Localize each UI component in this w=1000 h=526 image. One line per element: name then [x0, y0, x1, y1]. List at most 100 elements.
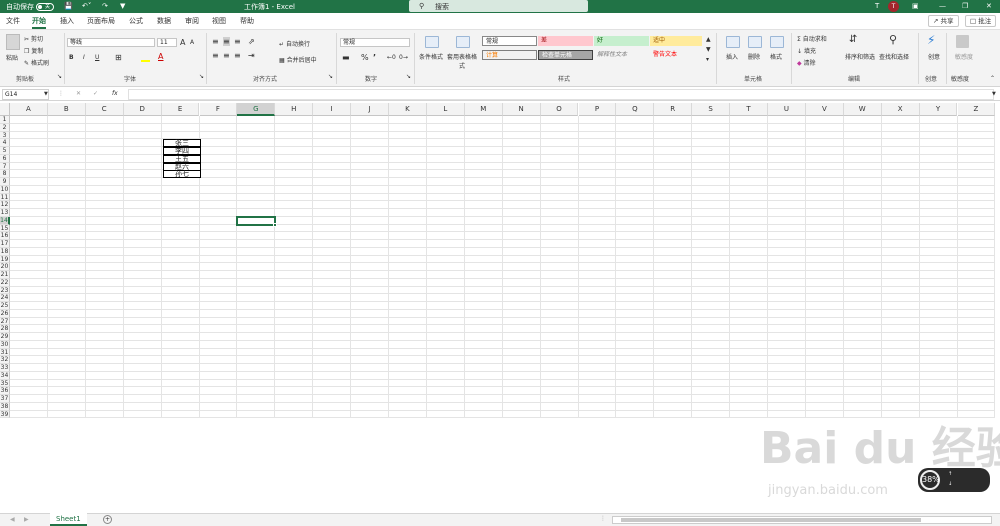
autosum-button[interactable]: Σ 自动求和 [797, 34, 827, 43]
fill-color-icon[interactable] [141, 54, 150, 62]
column-header-n[interactable]: N [502, 103, 541, 116]
column-header-e[interactable]: E [161, 103, 200, 116]
tab-formulas[interactable]: 公式 [129, 16, 143, 26]
row-header-17[interactable]: 17 [0, 240, 10, 248]
column-header-m[interactable]: M [464, 103, 503, 116]
row-header-1[interactable]: 1 [0, 116, 10, 124]
tab-home[interactable]: 开始 [32, 16, 46, 29]
paste-icon[interactable] [6, 34, 20, 50]
tab-view[interactable]: 视图 [212, 16, 226, 26]
row-header-11[interactable]: 11 [0, 193, 10, 202]
format-painter-button[interactable]: ✎ 格式刷 [24, 58, 49, 67]
row-header-33[interactable]: 33 [0, 364, 10, 372]
column-header-c[interactable]: C [85, 103, 124, 116]
name-box[interactable]: G14 [2, 89, 49, 100]
row-header-9[interactable]: 9 [0, 178, 10, 186]
row-header-10[interactable]: 10 [0, 185, 10, 194]
next-sheet-icon[interactable]: ▶ [24, 516, 29, 523]
dialog-launcher-icon[interactable]: ↘ [57, 73, 62, 80]
column-header-o[interactable]: O [540, 103, 579, 116]
row-header-18[interactable]: 18 [0, 247, 10, 256]
style-bad[interactable]: 差 [538, 36, 593, 46]
row-header-3[interactable]: 3 [0, 131, 10, 140]
row-header-25[interactable]: 25 [0, 302, 10, 310]
add-sheet-button[interactable]: + [103, 515, 112, 524]
insert-cells-icon[interactable] [726, 36, 740, 48]
conditional-format-icon[interactable] [425, 36, 439, 48]
font-name-combo[interactable]: 等线 [67, 38, 155, 47]
align-center-icon[interactable]: ≡ [223, 51, 230, 60]
cancel-icon[interactable]: ✕ [76, 90, 81, 97]
number-format-combo[interactable]: 常规 [340, 38, 410, 47]
insert-cells-label[interactable]: 插入 [726, 52, 738, 61]
shrink-font-button[interactable]: A [190, 39, 194, 46]
column-header-u[interactable]: U [768, 103, 806, 116]
row-header-34[interactable]: 34 [0, 371, 10, 380]
column-header-a[interactable]: A [10, 103, 48, 116]
clear-button[interactable]: ◆ 清除 [797, 58, 816, 67]
tab-page-layout[interactable]: 页面布局 [87, 16, 115, 26]
column-header-d[interactable]: D [123, 103, 162, 116]
font-color-icon[interactable]: A [158, 52, 163, 61]
currency-icon[interactable]: ▬ [342, 53, 350, 62]
row-header-26[interactable]: 26 [0, 309, 10, 318]
format-as-table-label[interactable]: 套用表格格式 [446, 52, 478, 70]
enter-icon[interactable]: ✓ [93, 90, 98, 97]
format-cells-label[interactable]: 格式 [770, 52, 782, 61]
scrollbar-thumb[interactable] [621, 518, 921, 522]
delete-cells-icon[interactable] [748, 36, 762, 48]
tab-insert[interactable]: 插入 [60, 16, 74, 26]
cell-e8[interactable]: 孙七 [163, 170, 201, 179]
align-left-icon[interactable]: ≡ [212, 51, 219, 60]
row-header-28[interactable]: 28 [0, 325, 10, 333]
column-header-w[interactable]: W [843, 103, 882, 116]
copy-button[interactable]: ❐ 复制 [24, 46, 43, 55]
row-header-29[interactable]: 29 [0, 333, 10, 341]
active-cell-selection[interactable] [236, 215, 278, 227]
row-header-27[interactable]: 27 [0, 317, 10, 326]
style-explanatory[interactable]: 解释性文本 [594, 50, 649, 60]
column-header-y[interactable]: Y [919, 103, 958, 116]
row-header-14[interactable]: 14 [0, 216, 10, 225]
sensitivity-icon[interactable] [956, 35, 969, 48]
column-header-r[interactable]: R [654, 103, 693, 116]
styles-scroll-down-icon[interactable]: ▼ [706, 46, 711, 53]
dialog-launcher-icon[interactable]: ↘ [406, 73, 411, 80]
percent-button[interactable]: % [361, 53, 369, 62]
column-header-b[interactable]: B [47, 103, 86, 116]
sort-filter-icon[interactable]: ⇵ [849, 34, 857, 45]
row-header-36[interactable]: 36 [0, 387, 10, 395]
row-header-4[interactable]: 4 [0, 139, 10, 147]
sort-filter-label[interactable]: 排序和筛选 [845, 52, 875, 61]
row-header-19[interactable]: 19 [0, 255, 10, 264]
tab-help[interactable]: 帮助 [240, 16, 254, 26]
dialog-launcher-icon[interactable]: ↘ [199, 73, 204, 80]
row-header-20[interactable]: 20 [0, 263, 10, 271]
name-box-dropdown-icon[interactable]: ▼ [44, 91, 48, 97]
bold-button[interactable]: B [69, 54, 74, 61]
row-header-38[interactable]: 38 [0, 402, 10, 411]
paste-label[interactable]: 粘贴 [6, 53, 18, 62]
ideas-button-label[interactable]: 创意 [928, 52, 940, 61]
horizontal-scrollbar[interactable] [612, 516, 992, 524]
row-header-8[interactable]: 8 [0, 170, 10, 178]
column-header-f[interactable]: F [199, 103, 238, 116]
format-as-table-icon[interactable] [456, 36, 470, 48]
column-header-s[interactable]: S [692, 103, 731, 116]
merge-center-button[interactable]: ▦ 合并后居中 [279, 55, 317, 64]
row-header-31[interactable]: 31 [0, 348, 10, 357]
align-middle-icon[interactable]: ≡ [223, 37, 230, 46]
style-check-cell[interactable]: 检查单元格 [538, 50, 593, 60]
cut-button[interactable]: ✂ 剪切 [24, 34, 43, 43]
insert-function-button[interactable]: fx [112, 90, 118, 97]
sensitivity-button-label[interactable]: 敏感度 [955, 52, 973, 61]
style-good[interactable]: 好 [594, 36, 649, 46]
delete-cells-label[interactable]: 删除 [748, 52, 760, 61]
restore-icon[interactable]: ❐ [962, 2, 968, 10]
expand-formula-bar-icon[interactable]: ▼ [992, 91, 996, 97]
ideas-icon[interactable]: ⚡ [927, 33, 935, 47]
column-header-v[interactable]: V [805, 103, 844, 116]
style-calculation[interactable]: 计算 [482, 50, 537, 60]
indent-icon[interactable]: ⇥ [248, 51, 255, 60]
column-header-x[interactable]: X [881, 103, 920, 116]
